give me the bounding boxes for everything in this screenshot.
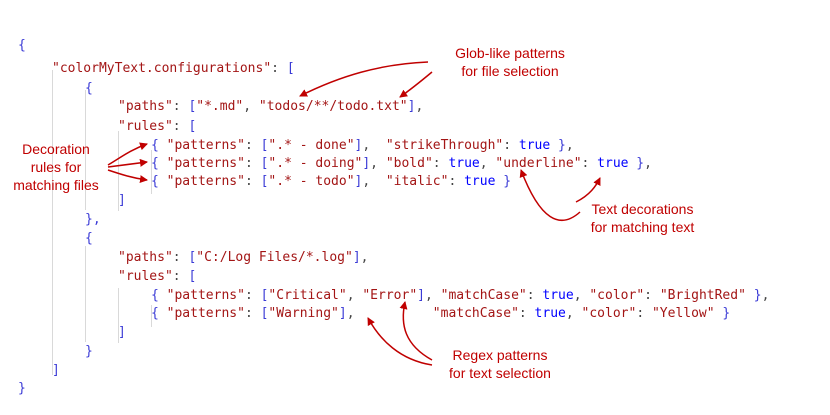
- annotation-arrows: [107, 61, 601, 366]
- arrow-text-brace: [575, 177, 601, 203]
- arrow-rules-done: [107, 142, 148, 166]
- arrow-regex-error: [399, 301, 433, 361]
- arrow-text-underline: [519, 169, 581, 221]
- arrow-glob-to-todo: [399, 71, 433, 98]
- arrow-rules-doing: [107, 158, 148, 168]
- arrow-regex-warning: [367, 317, 433, 366]
- arrow-rules-todo: [107, 169, 148, 184]
- arrow-group: [107, 61, 601, 366]
